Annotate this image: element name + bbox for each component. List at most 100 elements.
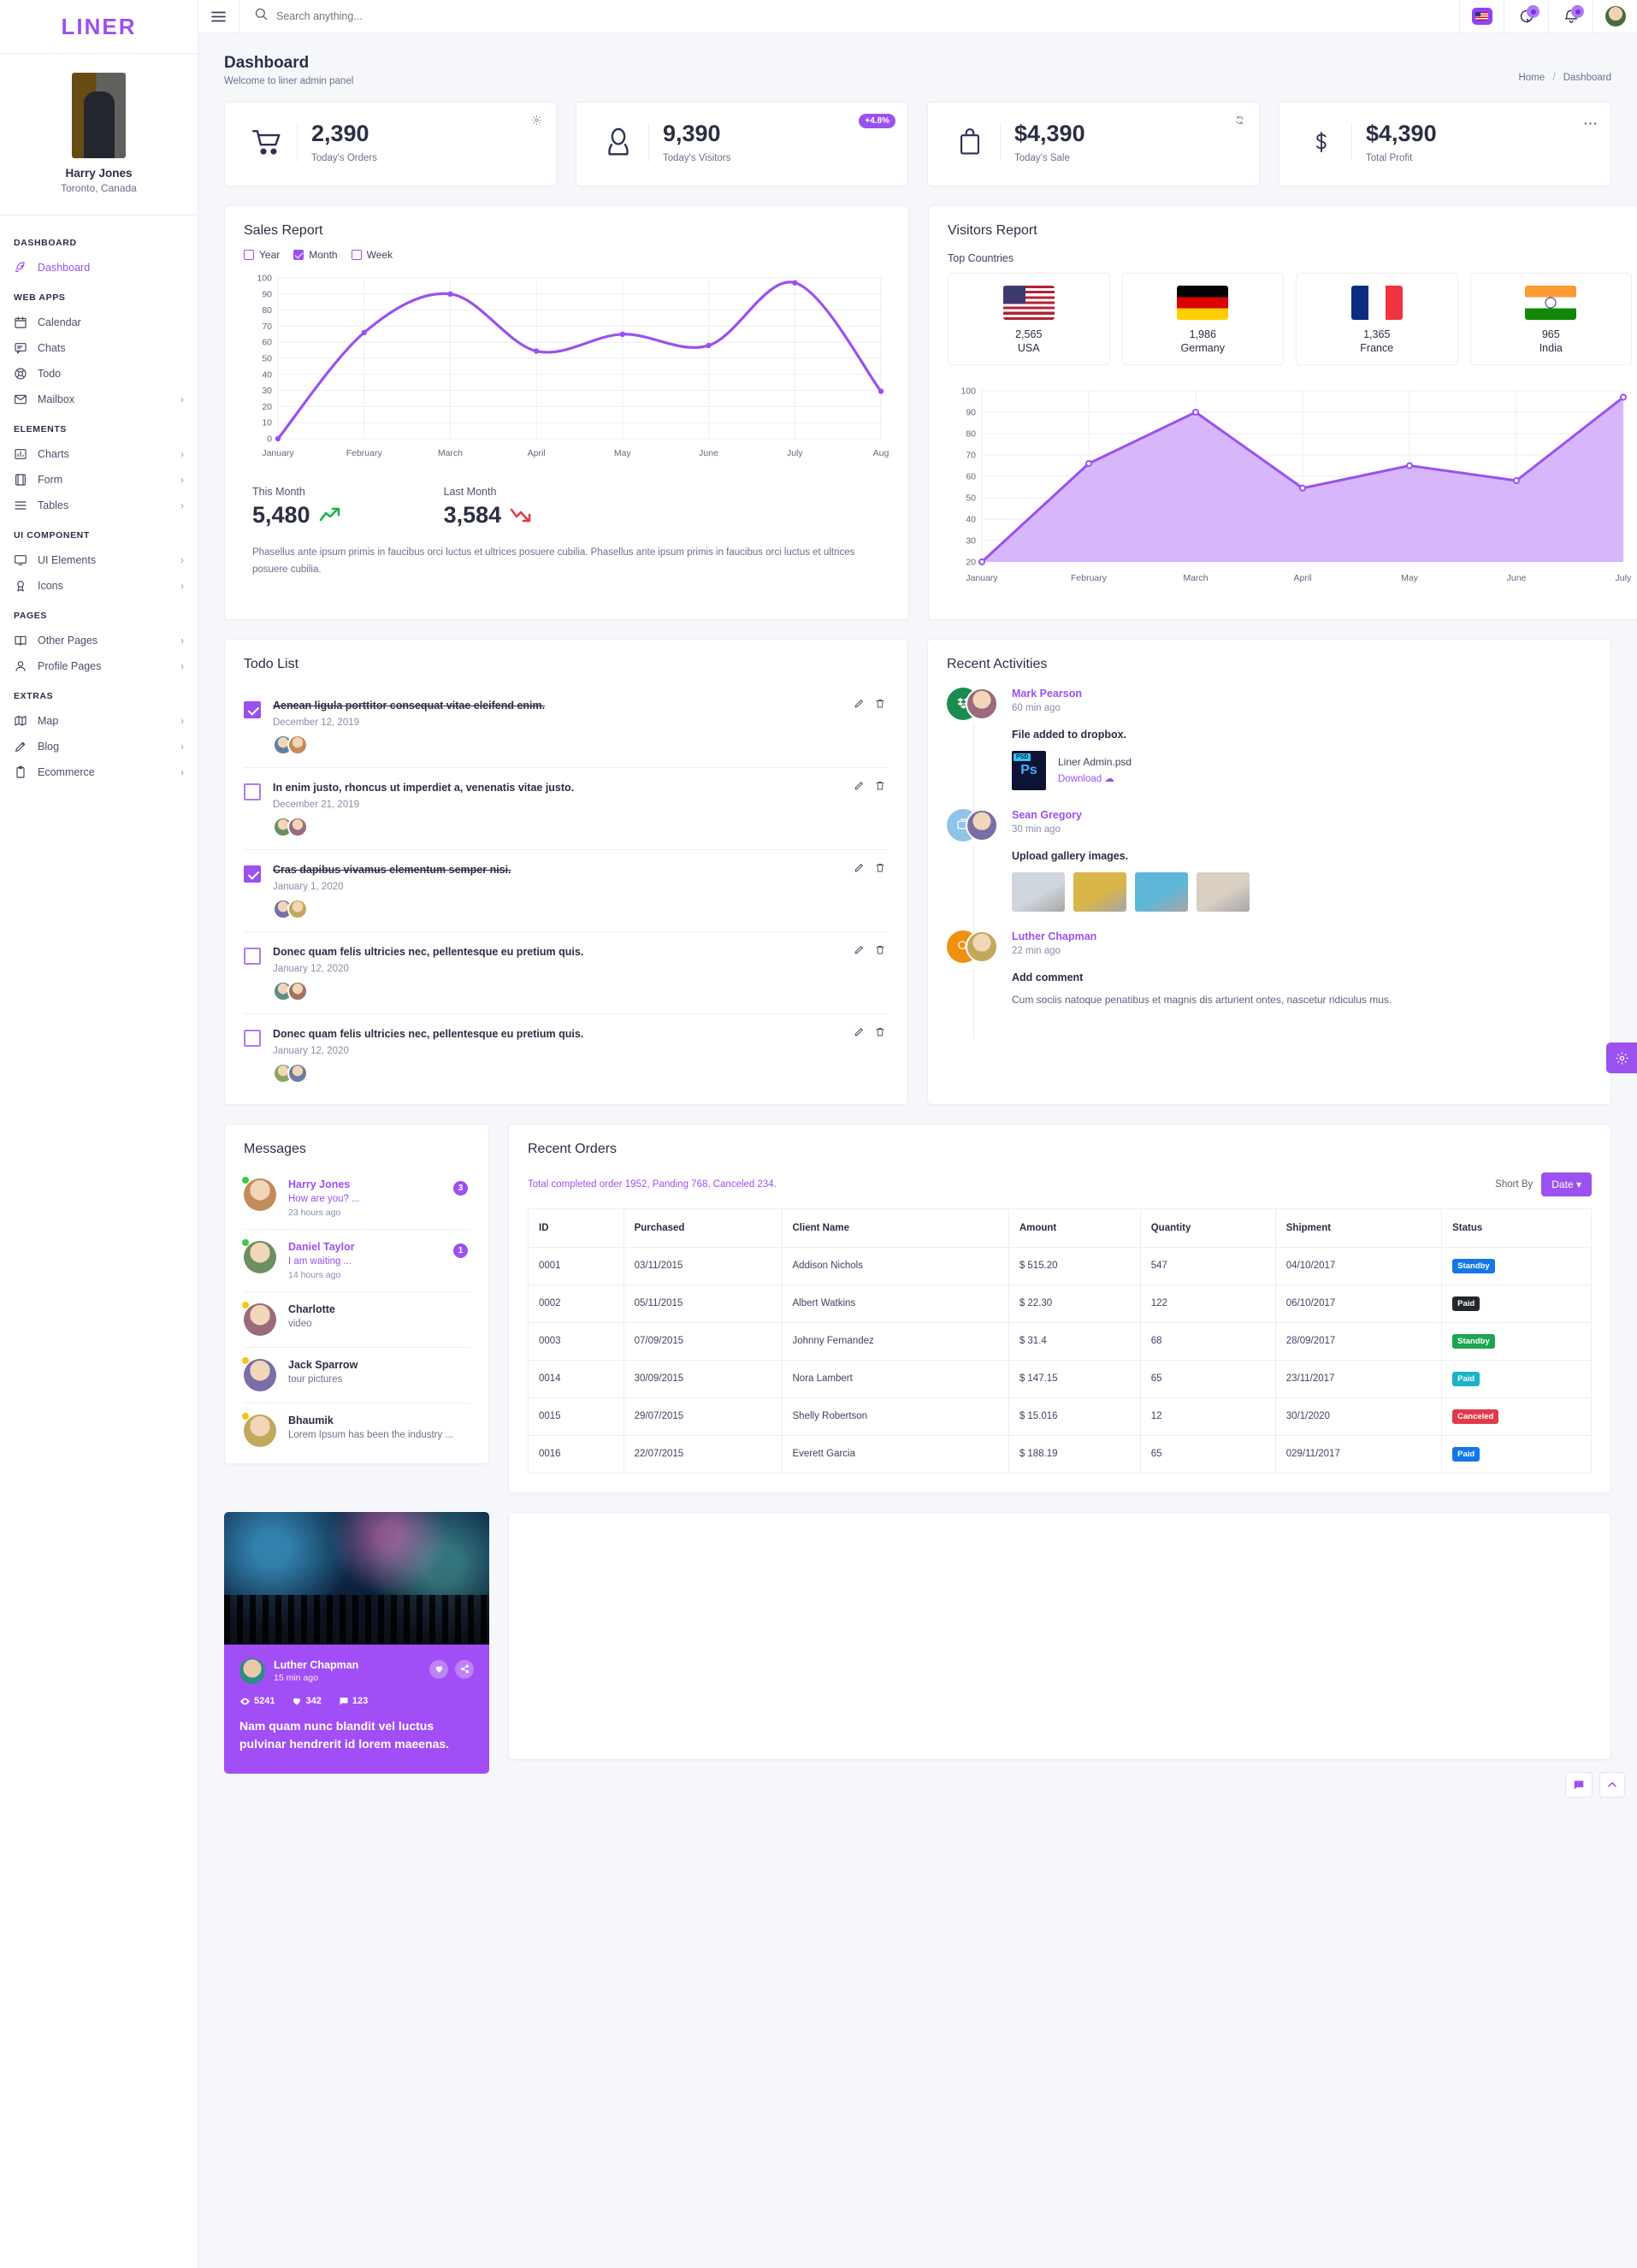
sidebar-item-calendar[interactable]: Calendar (0, 310, 198, 335)
us-flag-icon (1002, 285, 1055, 320)
activity-heading: File added to dropbox. (1012, 728, 1127, 741)
activity-author[interactable]: Sean Gregory (1012, 809, 1592, 821)
todo-checkbox[interactable] (244, 865, 261, 883)
sidebar-item-tables[interactable]: Tables › (0, 493, 198, 518)
gallery-thumb[interactable] (1073, 871, 1126, 912)
language-selector[interactable] (1459, 0, 1504, 32)
message-item[interactable]: Harry Jones How are you? ... 23 hours ago 3 (242, 1167, 470, 1230)
search-box[interactable] (239, 0, 1459, 32)
history-button[interactable] (1504, 0, 1548, 32)
edit-icon[interactable] (854, 944, 865, 960)
message-item[interactable]: Daniel Taylor I am waiting ... 14 hours ag… (242, 1230, 470, 1292)
notifications-button[interactable] (1548, 0, 1593, 32)
settings-fab[interactable] (1606, 1042, 1637, 1073)
gallery-thumb[interactable] (1012, 871, 1065, 912)
more-icon[interactable] (1584, 115, 1597, 130)
message-item[interactable]: Charlotte video (242, 1292, 470, 1348)
message-item[interactable]: Bhaumik Lorem Ipsum has been the industry… (242, 1403, 470, 1458)
sidebar-item-form[interactable]: Form › (0, 467, 198, 493)
sidebar-item-icons[interactable]: Icons › (0, 573, 198, 599)
table-row[interactable]: 0001 03/11/2015 Addison Nichols $ 515.20 547… (528, 1246, 1592, 1285)
gallery-thumb[interactable] (1197, 871, 1250, 912)
edit-icon[interactable] (854, 698, 865, 713)
hamburger-icon[interactable] (198, 0, 239, 32)
sidebar-item-profile-pages[interactable]: Profile Pages › (0, 653, 198, 679)
checkbox[interactable] (293, 249, 304, 260)
edit-icon[interactable] (854, 780, 865, 795)
delete-icon[interactable] (875, 1026, 885, 1042)
avatar (242, 1238, 276, 1273)
checkbox[interactable] (244, 249, 254, 260)
activity-author[interactable]: Mark Pearson (1012, 688, 1592, 700)
user-menu[interactable] (1593, 0, 1637, 32)
sidebar-item-map[interactable]: Map › (0, 708, 198, 734)
svg-text:January: January (262, 448, 294, 458)
sidebar-item-ecommerce[interactable]: Ecommerce › (0, 759, 198, 785)
scroll-top-fab[interactable] (1599, 1771, 1625, 1798)
table-row[interactable]: 0003 07/09/2015 Johnny Fernandez $ 31.4 68 28… (528, 1321, 1592, 1361)
edit-icon[interactable] (854, 862, 865, 877)
svg-text:March: March (438, 448, 463, 458)
gear-icon[interactable] (531, 115, 542, 130)
gallery-thumb[interactable] (1135, 871, 1188, 912)
delete-icon[interactable] (875, 780, 885, 795)
country-card-germany[interactable]: 1,986 Germany (1121, 272, 1284, 365)
country-card-usa[interactable]: 2,565 USA (948, 272, 1110, 365)
sidebar-item-label: Todo (38, 368, 62, 380)
brand-logo[interactable]: LINER (0, 0, 198, 54)
sidebar-item-chats[interactable]: Chats (0, 335, 198, 361)
sidebar-item-todo[interactable]: Todo (0, 361, 198, 387)
form-icon (14, 473, 27, 487)
activity-author[interactable]: Luther Chapman (1012, 930, 1592, 942)
todo-checkbox[interactable] (244, 700, 261, 718)
country-card-india[interactable]: 965 India (1469, 272, 1632, 365)
todo-title: Todo List (244, 656, 299, 671)
orders-cell-quantity: 65 (1139, 1434, 1276, 1474)
edit-icon[interactable] (854, 1026, 865, 1042)
orders-cell-shipment: 28/09/2017 (1274, 1321, 1443, 1361)
sales-filter-month[interactable]: Month (293, 249, 338, 261)
message-preview: How are you? ... (288, 1193, 360, 1204)
messages-title: Messages (244, 1141, 306, 1156)
sales-filter-week[interactable]: Week (351, 249, 393, 261)
table-row[interactable]: 0015 29/07/2015 Shelly Robertson $ 15.016 12… (528, 1397, 1592, 1436)
sidebar-item-charts[interactable]: Charts › (0, 441, 198, 467)
table-row[interactable]: 0002 05/11/2015 Albert Watkins $ 22.30 122 06… (528, 1284, 1592, 1323)
stat-card-today-s-orders: 2,390 Today's Orders (224, 102, 557, 186)
checkbox[interactable] (351, 249, 362, 260)
todo-checkbox[interactable] (244, 1029, 261, 1047)
svg-text:100: 100 (257, 273, 272, 283)
refresh-icon[interactable] (1234, 115, 1245, 130)
sidebar-item-dashboard[interactable]: Dashboard (0, 255, 198, 281)
delete-icon[interactable] (875, 698, 885, 713)
eye-icon (240, 1698, 250, 1704)
todo-checkbox[interactable] (244, 947, 261, 965)
heart-icon[interactable] (429, 1659, 448, 1679)
presence-dot (242, 1301, 249, 1308)
breadcrumb-home[interactable]: Home (1518, 73, 1545, 83)
sort-date-button[interactable]: Date ▾ (1541, 1172, 1592, 1196)
sales-filter-year[interactable]: Year (244, 249, 280, 261)
delete-icon[interactable] (875, 862, 885, 877)
table-row[interactable]: 0016 22/07/2015 Everett Garcia $ 188.19 65 02… (528, 1434, 1592, 1474)
brand-name: LINER (61, 13, 137, 39)
chat-fab[interactable] (1565, 1771, 1593, 1798)
avatar (242, 1356, 276, 1391)
sidebar-item-blog[interactable]: Blog › (0, 734, 198, 759)
country-card-france[interactable]: 1,365 France (1296, 272, 1458, 365)
post-author-avatar (239, 1657, 265, 1684)
table-row[interactable]: 0014 30/09/2015 Nora Lambert $ 147.15 65 23/1… (528, 1359, 1592, 1398)
orders-cell-amount: $ 515.20 (1008, 1246, 1141, 1285)
todo-date: January 12, 2020 (273, 1045, 349, 1056)
delete-icon[interactable] (875, 944, 885, 960)
activities-card: Recent Activities Mark Pearson 60 min ago… (927, 638, 1611, 1105)
orders-cell-status: Paid (1441, 1434, 1592, 1474)
sidebar-item-other-pages[interactable]: Other Pages › (0, 628, 198, 653)
sidebar-item-ui-elements[interactable]: UI Elements › (0, 547, 198, 573)
share-icon[interactable] (455, 1659, 474, 1679)
download-link[interactable]: Download ☁ (1058, 772, 1132, 784)
search-input[interactable] (276, 10, 635, 22)
message-item[interactable]: Jack Sparrow tour pictures (242, 1348, 470, 1403)
sidebar-item-mailbox[interactable]: Mailbox › (0, 387, 198, 412)
todo-checkbox[interactable] (244, 783, 261, 800)
